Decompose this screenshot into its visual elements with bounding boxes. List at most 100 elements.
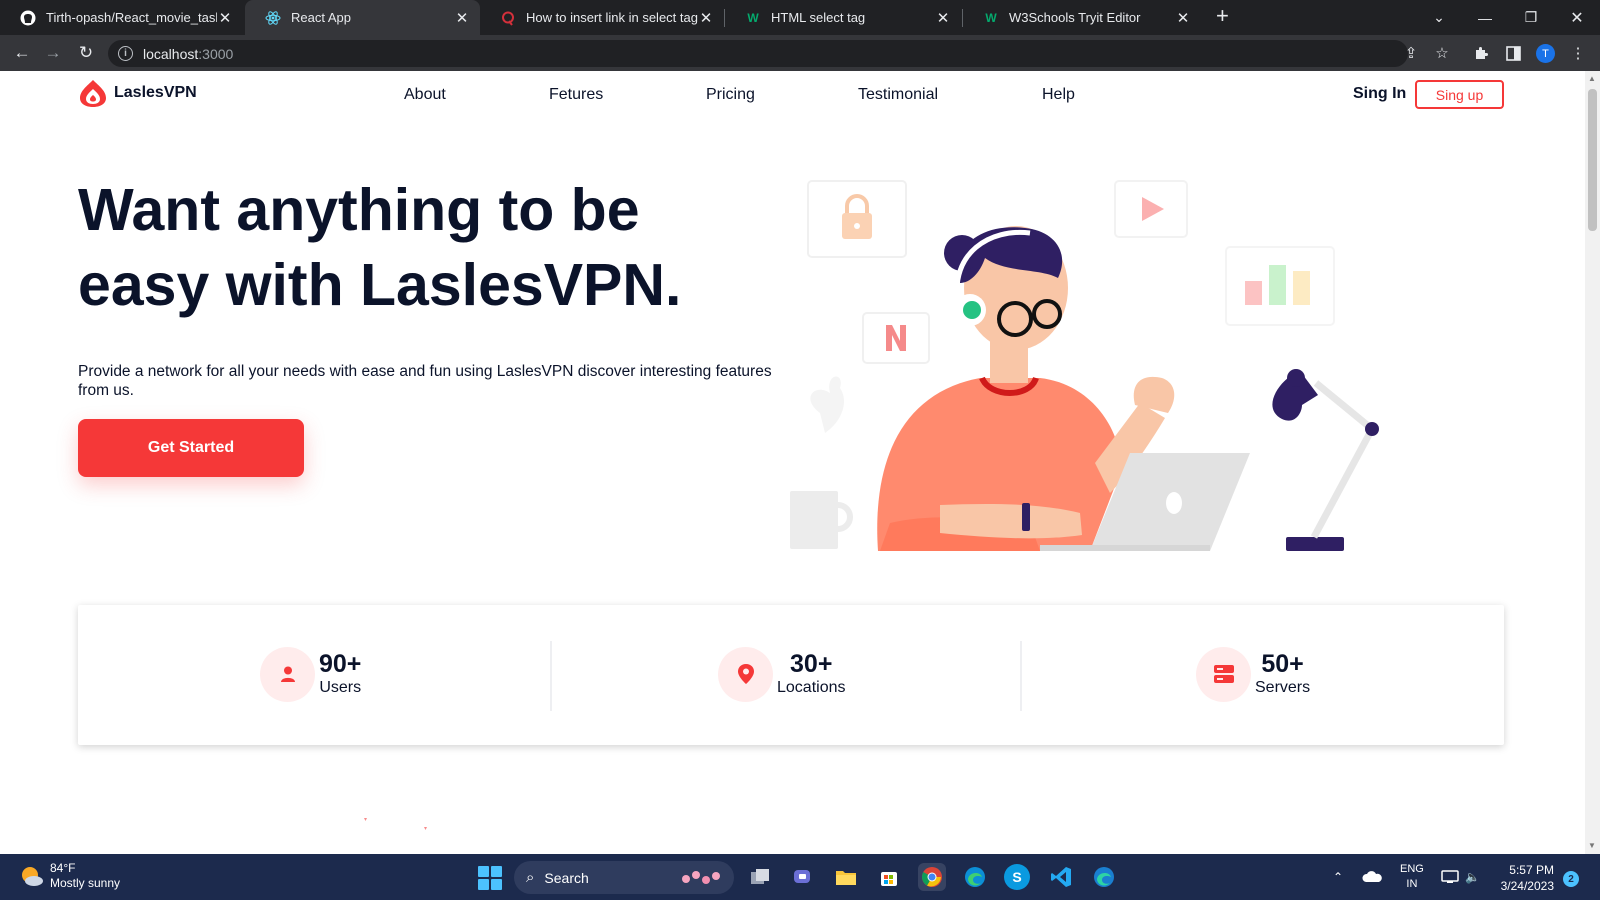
browser-tab[interactable]: How to insert link in select tag in ✕ xyxy=(480,0,724,35)
browser-tab[interactable]: W W3Schools Tryit Editor ✕ xyxy=(963,0,1201,35)
clock-time: 5:57 PM xyxy=(1509,863,1554,877)
address-bar[interactable]: i localhost:3000 xyxy=(108,40,1408,67)
back-button[interactable]: ← xyxy=(10,41,34,65)
scrollbar-thumb[interactable] xyxy=(1588,89,1597,231)
browser-tab-active[interactable]: React App ✕ xyxy=(245,0,480,35)
skype-icon[interactable]: S xyxy=(1004,864,1030,890)
close-icon[interactable]: ✕ xyxy=(217,9,233,27)
github-icon xyxy=(20,10,36,26)
vscode-icon[interactable] xyxy=(1047,863,1075,891)
taskbar-search[interactable]: ⌕ Search xyxy=(514,861,734,894)
stat-locations: 30+ Locations xyxy=(718,645,846,703)
site-info-icon[interactable]: i xyxy=(118,46,133,61)
react-icon xyxy=(265,10,281,26)
user-icon xyxy=(260,646,315,702)
side-panel-icon[interactable] xyxy=(1503,43,1523,63)
stat-value: 90+ xyxy=(319,650,362,678)
close-window-button[interactable]: ✕ xyxy=(1554,0,1600,35)
profile-avatar[interactable]: T xyxy=(1536,44,1555,63)
w3schools-icon: W xyxy=(985,10,997,25)
extensions-icon[interactable] xyxy=(1471,43,1491,63)
decorative-dots xyxy=(364,818,427,830)
forward-button[interactable]: → xyxy=(41,41,65,65)
quora-icon xyxy=(500,10,516,26)
language-indicator[interactable]: ENG IN xyxy=(1400,854,1424,900)
logo-flame-icon xyxy=(80,80,106,107)
site-logo[interactable]: LaslesVPN xyxy=(78,78,197,108)
volume-icon[interactable]: 🔈 xyxy=(1465,854,1480,900)
sign-in-link[interactable]: Sing In xyxy=(1353,85,1406,103)
brand-name: LaslesVPN xyxy=(114,84,197,101)
netflix-card-icon xyxy=(862,312,930,364)
url-host: localhost xyxy=(143,45,199,62)
file-explorer-icon[interactable] xyxy=(832,863,860,891)
hero-subtitle: Provide a network for all your needs wit… xyxy=(78,363,772,399)
system-clock[interactable]: 5:57 PM 3/24/2023 xyxy=(1496,862,1554,894)
tab-title: HTML select tag xyxy=(771,10,866,25)
bookmark-star-icon[interactable]: ☆ xyxy=(1432,43,1452,63)
close-icon[interactable]: ✕ xyxy=(454,9,470,27)
close-icon[interactable]: ✕ xyxy=(935,9,951,27)
tab-title: Tirth-opash/React_movie_task xyxy=(46,10,217,25)
edge-dev-icon[interactable] xyxy=(1090,863,1118,891)
tray-overflow-chevron-icon[interactable]: ⌃ xyxy=(1333,854,1343,900)
close-icon[interactable]: ✕ xyxy=(698,9,714,27)
windows-taskbar: 84°F Mostly sunny ⌕ Search S ⌃ ENG IN 🔈 … xyxy=(0,854,1600,900)
onedrive-cloud-icon[interactable] xyxy=(1362,854,1382,900)
page-scrollbar[interactable]: ▲ ▼ xyxy=(1585,71,1600,854)
hero-title: Want anything to be easy with LaslesVPN. xyxy=(78,173,758,323)
browser-toolbar: ← → ↻ i localhost:3000 ⇪ ☆ T ⋮ xyxy=(0,35,1600,71)
tab-search-icon[interactable]: ⌄ xyxy=(1416,0,1462,35)
stat-value: 30+ xyxy=(790,650,833,678)
stat-label: Servers xyxy=(1255,679,1311,696)
minimize-button[interactable]: — xyxy=(1462,0,1508,35)
nav-link-pricing[interactable]: Pricing xyxy=(706,86,755,104)
play-card-icon xyxy=(1114,180,1188,238)
share-icon[interactable]: ⇪ xyxy=(1401,43,1421,63)
nav-link-about[interactable]: About xyxy=(404,86,446,104)
bar-chart-card-icon xyxy=(1225,246,1335,326)
nav-link-features[interactable]: Fetures xyxy=(549,86,603,104)
windows-start-button[interactable] xyxy=(478,866,502,890)
chrome-icon[interactable] xyxy=(918,863,946,891)
new-tab-button[interactable]: + xyxy=(1216,3,1229,29)
search-highlight-flowers-icon xyxy=(682,871,720,884)
restore-button[interactable]: ❐ xyxy=(1508,0,1554,35)
person-with-headphones-icon xyxy=(877,226,1250,551)
edge-icon[interactable] xyxy=(961,863,989,891)
tab-title: W3Schools Tryit Editor xyxy=(1009,10,1141,25)
tab-title: How to insert link in select tag in xyxy=(526,10,698,25)
weather-condition: Mostly sunny xyxy=(50,876,121,890)
coffee-mug-icon xyxy=(790,376,853,549)
nav-link-help[interactable]: Help xyxy=(1042,86,1075,104)
get-started-button[interactable]: Get Started xyxy=(78,419,304,477)
hero-title-brand: LaslesVPN. xyxy=(360,252,682,318)
stat-label: Users xyxy=(319,679,362,696)
server-icon xyxy=(1196,646,1251,702)
browser-tab-bar: Tirth-opash/React_movie_task ✕ React App… xyxy=(0,0,1600,35)
reload-button[interactable]: ↻ xyxy=(74,41,98,65)
stat-servers: 50+ Servers xyxy=(1196,645,1310,703)
sign-up-button[interactable]: Sing up xyxy=(1415,80,1504,109)
partly-sunny-icon xyxy=(22,867,43,886)
url-port: :3000 xyxy=(198,45,234,62)
location-pin-icon xyxy=(718,646,773,702)
nav-link-testimonial[interactable]: Testimonial xyxy=(858,86,938,104)
stat-value: 50+ xyxy=(1261,650,1304,678)
microsoft-store-icon[interactable] xyxy=(875,863,903,891)
network-icon[interactable] xyxy=(1441,854,1459,900)
stat-divider xyxy=(1020,641,1022,711)
browser-tab[interactable]: W HTML select tag ✕ xyxy=(725,0,961,35)
scroll-up-arrow-icon[interactable]: ▲ xyxy=(1588,74,1596,83)
stat-users: 90+ Users xyxy=(260,645,361,703)
scroll-down-arrow-icon[interactable]: ▼ xyxy=(1588,841,1596,850)
task-view-icon[interactable] xyxy=(746,863,774,891)
close-icon[interactable]: ✕ xyxy=(1175,9,1191,27)
lock-card-icon xyxy=(807,180,907,258)
weather-widget[interactable]: 84°F Mostly sunny xyxy=(18,861,120,891)
notification-badge[interactable]: 2 xyxy=(1563,871,1579,887)
stat-label: Locations xyxy=(777,679,846,696)
browser-tab[interactable]: Tirth-opash/React_movie_task ✕ xyxy=(0,0,243,35)
teams-chat-icon[interactable] xyxy=(789,863,817,891)
menu-kebab-icon[interactable]: ⋮ xyxy=(1568,43,1588,63)
